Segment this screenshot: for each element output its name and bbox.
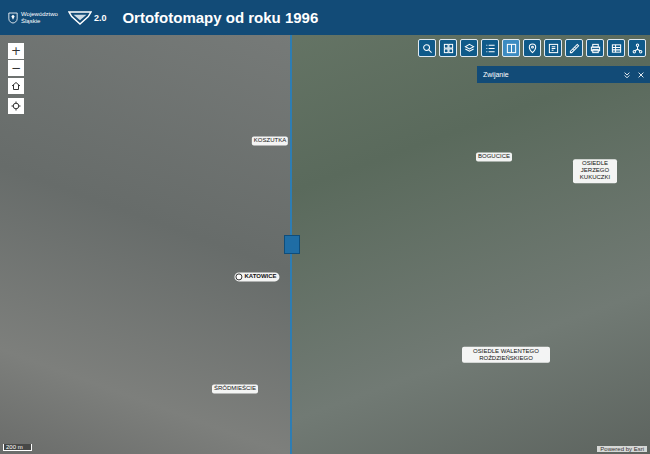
map-label[interactable]: BOGUCICE (476, 152, 512, 161)
city-marker-icon (235, 274, 242, 281)
basemap-icon (443, 43, 454, 54)
swipe-button[interactable] (502, 39, 520, 57)
table-icon (611, 43, 622, 54)
locate-button[interactable] (523, 39, 541, 57)
zoom-controls: +− (8, 43, 24, 76)
share-icon (632, 43, 643, 54)
map-label[interactable]: OSIEDLE JERZEGO KUKUCZKI (573, 159, 617, 183)
panel-title: Zwijanie (483, 71, 509, 78)
nav-controls (8, 78, 24, 114)
map-label-text: ŚRÓDMIEŚCIE (214, 385, 256, 392)
map-label[interactable]: OSIEDLE WALENTEGO ROŹDZIEŃSKIEGO (462, 347, 550, 363)
close-icon (637, 71, 645, 79)
legend-icon (485, 43, 496, 54)
zoom-button[interactable]: + (8, 43, 24, 59)
emblem-icon (8, 12, 18, 24)
layers-icon (464, 43, 475, 54)
map-label[interactable]: KATOWICE (234, 272, 279, 281)
legend-button[interactable] (481, 39, 499, 57)
swipe-handle[interactable] (284, 235, 300, 254)
app-title: Ortofotomapy od roku 1996 (122, 9, 318, 26)
swipe-icon (506, 43, 517, 54)
locate-icon (527, 43, 538, 54)
collapse-button[interactable] (621, 69, 632, 80)
home-button[interactable] (8, 78, 24, 94)
shield-icon (68, 10, 92, 25)
locate-button[interactable] (8, 98, 24, 114)
swipe-divider[interactable] (290, 35, 292, 454)
attribution: Powered by Esri (597, 446, 647, 452)
toolbar (418, 39, 646, 57)
app: WojewództwoŚląskie 2.0 Ortofotomapy od rok… (0, 0, 650, 454)
table-button[interactable] (607, 39, 625, 57)
print-icon (590, 43, 601, 54)
map[interactable]: +− Zwijanie KOSZUTKA KATOWICE BOGUCICE OSIEDL… (0, 35, 650, 454)
measure-icon (548, 43, 559, 54)
collapse-panel: Zwijanie (477, 66, 650, 83)
brand-logo[interactable]: WojewództwoŚląskie (8, 11, 58, 24)
header: WojewództwoŚląskie 2.0 Ortofotomapy od rok… (0, 0, 650, 35)
brand-line: Śląskie (21, 18, 58, 24)
basemap-button[interactable] (439, 39, 457, 57)
scale-bar: 200 m (3, 444, 32, 451)
draw-button[interactable] (565, 39, 583, 57)
map-label[interactable]: ŚRÓDMIEŚCIE (212, 384, 258, 393)
version-text: 2.0 (94, 13, 107, 23)
map-label-text: KATOWICE (244, 273, 276, 280)
print-button[interactable] (586, 39, 604, 57)
draw-icon (569, 43, 580, 54)
measure-button[interactable] (544, 39, 562, 57)
chevron-double-down-icon (623, 71, 631, 79)
zoom-button[interactable]: − (8, 60, 24, 76)
home-icon (11, 81, 21, 91)
map-label-text: BOGUCICE (478, 153, 510, 160)
map-label-text: OSIEDLE JERZEGO KUKUCZKI (575, 160, 615, 182)
map-label-text: KOSZUTKA (254, 137, 286, 144)
map-label-text: OSIEDLE WALENTEGO ROŹDZIEŃSKIEGO (464, 348, 548, 362)
share-button[interactable] (628, 39, 646, 57)
brand-text: WojewództwoŚląskie (21, 11, 58, 24)
search-button[interactable] (418, 39, 436, 57)
search-icon (422, 43, 433, 54)
panel-actions (621, 69, 646, 80)
close-button[interactable] (635, 69, 646, 80)
brand-line: Województwo (21, 11, 58, 17)
layers-button[interactable] (460, 39, 478, 57)
map-label[interactable]: KOSZUTKA (252, 136, 288, 145)
locate-icon (11, 101, 21, 111)
version-logo: 2.0 (68, 10, 107, 25)
